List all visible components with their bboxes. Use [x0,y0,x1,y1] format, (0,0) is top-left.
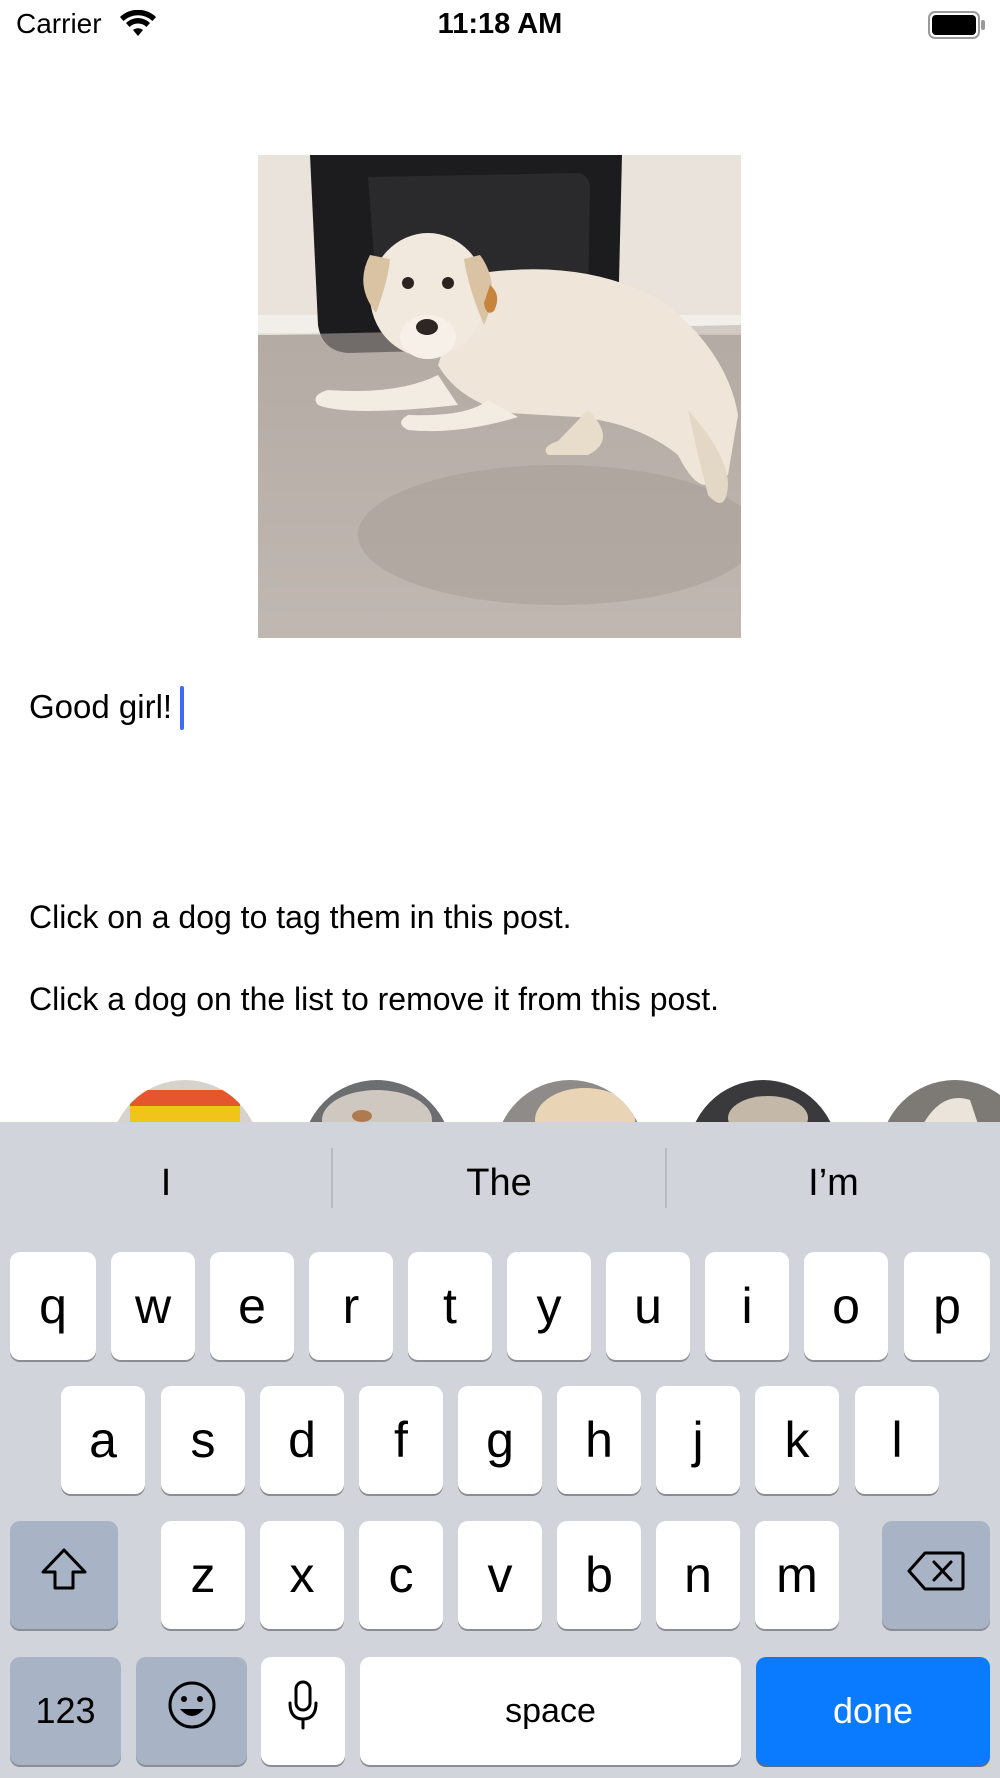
battery-icon [928,11,986,44]
key-q[interactable]: q [10,1252,96,1360]
key-y[interactable]: y [507,1252,591,1360]
key-r[interactable]: r [309,1252,393,1360]
key-u[interactable]: u [606,1252,690,1360]
dog-avatar[interactable] [880,1080,1000,1122]
tag-instruction: Click on a dog to tag them in this post. [29,899,572,935]
dog-avatar[interactable] [302,1080,452,1122]
status-time: 11:18 AM [437,8,563,40]
key-v[interactable]: v [458,1521,542,1629]
key-h[interactable]: h [557,1386,641,1494]
dog-avatar[interactable] [495,1080,645,1122]
key-b[interactable]: b [557,1521,641,1629]
dog-avatar[interactable] [688,1080,838,1122]
backspace-icon [907,1546,965,1604]
key-f[interactable]: f [359,1386,443,1494]
key-i[interactable]: i [705,1252,789,1360]
suggestion-2[interactable]: The [333,1122,665,1244]
key-s[interactable]: s [161,1386,245,1494]
key-n[interactable]: n [656,1521,740,1629]
caption-text[interactable]: Good girl! [29,688,172,726]
dog-avatar[interactable] [110,1080,260,1122]
text-caret [180,686,184,730]
numbers-key[interactable]: 123 [10,1657,121,1765]
key-x[interactable]: x [260,1521,344,1629]
suggestion-3[interactable]: I’m [667,1122,1000,1244]
dog-avatar-strip [0,1080,1000,1122]
key-a[interactable]: a [61,1386,145,1494]
key-j[interactable]: j [656,1386,740,1494]
suggestion-1[interactable]: I [0,1122,332,1244]
dictation-key[interactable] [261,1657,345,1765]
microphone-icon [286,1679,320,1743]
key-o[interactable]: o [804,1252,888,1360]
key-k[interactable]: k [755,1386,839,1494]
emoji-key[interactable] [136,1657,247,1765]
key-c[interactable]: c [359,1521,443,1629]
key-d[interactable]: d [260,1386,344,1494]
key-g[interactable]: g [458,1386,542,1494]
emoji-icon [166,1679,218,1743]
key-t[interactable]: t [408,1252,492,1360]
key-l[interactable]: l [855,1386,939,1494]
done-key[interactable]: done [756,1657,990,1765]
key-z[interactable]: z [161,1521,245,1629]
remove-instruction: Click a dog on the list to remove it fro… [29,981,720,1017]
key-e[interactable]: e [210,1252,294,1360]
key-m[interactable]: m [755,1521,839,1629]
suggestion-bar: I The I’m [0,1122,1000,1244]
key-w[interactable]: w [111,1252,195,1360]
keyboard: I The I’m q w e r t y u i o p a s d f g … [0,1122,1000,1778]
space-key[interactable]: space [360,1657,741,1765]
status-bar: Carrier 11:18 AM [0,0,1000,50]
shift-key[interactable] [10,1521,118,1629]
key-p[interactable]: p [904,1252,990,1360]
delete-key[interactable] [882,1521,990,1629]
shift-icon [39,1546,89,1604]
post-photo [258,155,741,638]
